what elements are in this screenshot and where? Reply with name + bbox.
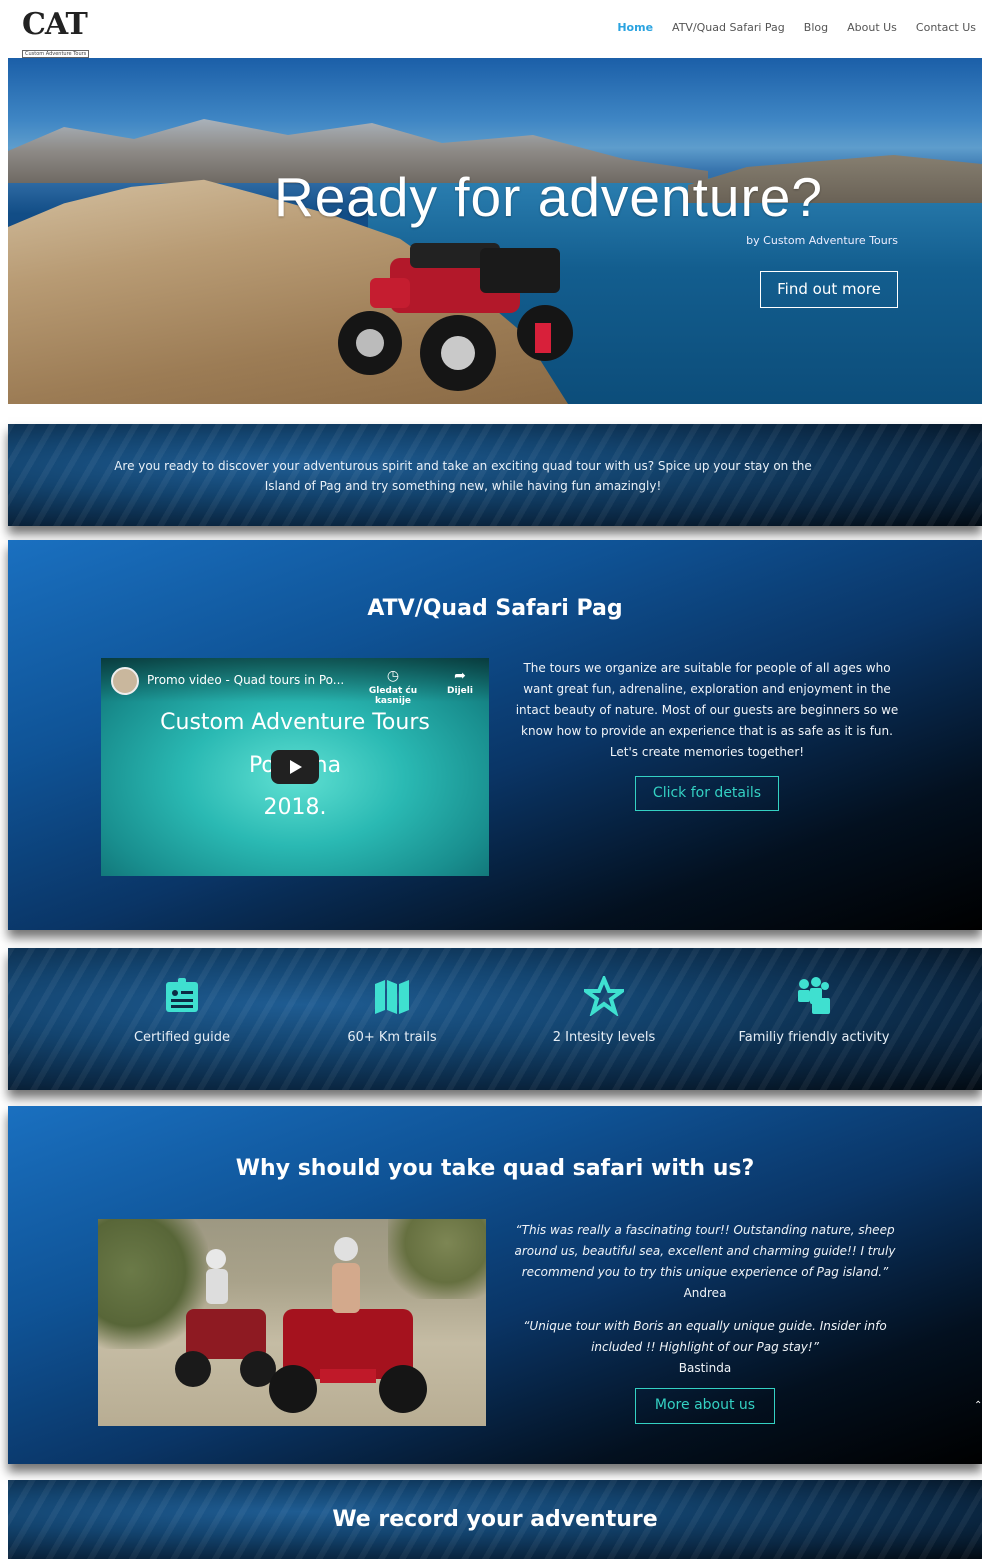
testimonials: “This was really a fascinating tour!! Ou… bbox=[512, 1220, 898, 1391]
click-for-details-button[interactable]: Click for details bbox=[635, 776, 779, 811]
record-section-title: We record your adventure bbox=[332, 1507, 658, 1532]
quad-riders-illustration bbox=[175, 1237, 427, 1413]
feature-family: Familiy friendly activity bbox=[714, 976, 914, 1045]
why-section-title: Why should you take quad safari with us? bbox=[235, 1156, 755, 1181]
feature-label: Certified guide bbox=[133, 1030, 231, 1045]
site-header: CAT Custom Adventure Tours Home ATV/Quad… bbox=[0, 0, 982, 58]
hero-title: Ready for adventure? bbox=[274, 166, 823, 228]
feature-label: Familiy friendly activity bbox=[738, 1030, 890, 1045]
testimonial-quote: “This was really a fascinating tour!! Ou… bbox=[514, 1223, 896, 1279]
atv-description: The tours we organize are suitable for p… bbox=[515, 661, 899, 759]
promo-video[interactable]: Promo video - Quad tours in Po... ◷ Gled… bbox=[101, 658, 489, 876]
family-icon bbox=[794, 976, 834, 1016]
why-section: Why should you take quad safari with us?… bbox=[8, 1106, 982, 1464]
feature-label: 60+ Km trails bbox=[347, 1030, 437, 1045]
video-overlay-line1: Custom Adventure Tours bbox=[160, 710, 430, 735]
intro-text: Are you ready to discover your adventuro… bbox=[114, 459, 812, 493]
record-band: We record your adventure bbox=[8, 1480, 982, 1559]
feature-label: 2 Intesity levels bbox=[552, 1030, 656, 1045]
main-nav: Home ATV/Quad Safari Pag Blog About Us C… bbox=[617, 21, 976, 34]
star-icon bbox=[579, 973, 629, 1018]
nav-home[interactable]: Home bbox=[617, 21, 653, 34]
play-button[interactable] bbox=[271, 750, 319, 784]
clock-icon: ◷ bbox=[386, 668, 400, 684]
features-band: Certified guide 60+ Km trails 2 Intesity… bbox=[8, 948, 982, 1090]
video-title[interactable]: Promo video - Quad tours in Po... bbox=[147, 673, 344, 687]
intro-band: Are you ready to discover your adventuro… bbox=[8, 424, 982, 526]
hero-byline: by Custom Adventure Tours bbox=[746, 234, 898, 247]
scroll-to-top-icon[interactable]: ⌃ bbox=[974, 1400, 982, 1411]
watch-later-label: Gledat ću kasnije bbox=[368, 686, 418, 706]
map-icon bbox=[372, 976, 412, 1016]
find-out-more-button[interactable]: Find out more bbox=[760, 271, 898, 308]
nav-contact-us[interactable]: Contact Us bbox=[916, 21, 976, 34]
feature-intensity: 2 Intesity levels bbox=[504, 973, 704, 1045]
feature-trails: 60+ Km trails bbox=[292, 976, 492, 1045]
atv-image bbox=[338, 243, 573, 391]
site-logo[interactable]: CAT Custom Adventure Tours bbox=[22, 7, 102, 58]
nav-atv-quad-safari[interactable]: ATV/Quad Safari Pag bbox=[672, 21, 785, 34]
share-label: Dijeli bbox=[447, 686, 473, 696]
atv-section: ATV/Quad Safari Pag Promo video - Quad t… bbox=[8, 540, 982, 930]
testimonial-author: Bastinda bbox=[678, 1361, 732, 1375]
id-card-icon bbox=[162, 976, 202, 1016]
share-button[interactable]: ➦ Dijeli bbox=[445, 668, 475, 696]
share-icon: ➦ bbox=[454, 668, 466, 684]
testimonial-author: Andrea bbox=[683, 1286, 727, 1300]
channel-avatar[interactable] bbox=[111, 667, 139, 695]
video-overlay-line3: 2018. bbox=[263, 795, 327, 820]
nav-about-us[interactable]: About Us bbox=[847, 21, 897, 34]
more-about-us-button[interactable]: More about us bbox=[635, 1388, 775, 1424]
logo-tagline: Custom Adventure Tours bbox=[22, 50, 90, 58]
feature-certified-guide: Certified guide bbox=[82, 976, 282, 1045]
nav-blog[interactable]: Blog bbox=[804, 21, 828, 34]
quad-riders-photo bbox=[98, 1219, 486, 1426]
hero-banner: Ready for adventure? by Custom Adventure… bbox=[8, 58, 982, 404]
atv-section-title: ATV/Quad Safari Pag bbox=[367, 596, 623, 621]
logo-mark: CAT bbox=[22, 7, 88, 42]
testimonial-quote: “Unique tour with Boris an equally uniqu… bbox=[523, 1319, 887, 1354]
watch-later-button[interactable]: ◷ Gledat ću kasnije bbox=[351, 668, 435, 706]
